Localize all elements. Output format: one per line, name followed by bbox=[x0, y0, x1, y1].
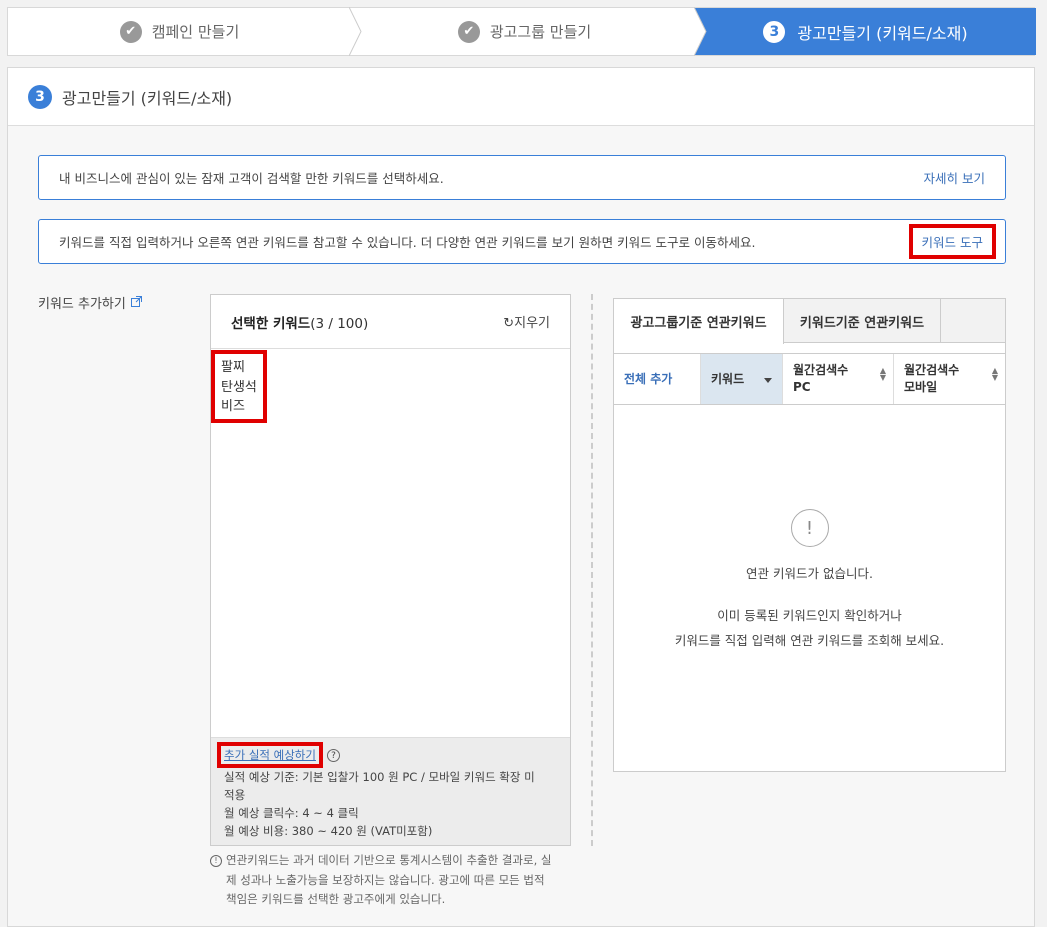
keyword-tool-link[interactable]: 키워드 도구 bbox=[908, 224, 996, 259]
page-title: 광고만들기 (키워드/소재) bbox=[62, 88, 233, 108]
divider bbox=[591, 294, 593, 846]
step-number-badge: 3 bbox=[28, 84, 52, 109]
keyword-add-label: 키워드 추가하기 bbox=[38, 293, 142, 312]
forecast-link[interactable]: 추가 실적 예상하기 bbox=[217, 742, 323, 768]
forecast-details: 실적 예상 기준: 기본 입찰가 100 원 PC / 모바일 키워드 확장 미… bbox=[217, 768, 558, 840]
check-icon: ✔ bbox=[457, 20, 480, 43]
keyword-add-text: 키워드 추가하기 bbox=[38, 297, 126, 312]
info-notice-text: 내 비즈니스에 관심이 있는 잠재 고객이 검색할 만한 키워드를 선택하세요. bbox=[59, 171, 444, 186]
external-link-icon[interactable] bbox=[130, 295, 142, 310]
column-monthly-mobile[interactable]: 월간검색수모바일 ▲ ▼ bbox=[894, 354, 1005, 404]
column-label-line: 월간검색수 bbox=[793, 363, 849, 377]
learn-more-link[interactable]: 자세히 보기 bbox=[924, 168, 985, 187]
add-all-button[interactable]: 전체 추가 bbox=[614, 354, 701, 404]
forecast-line: 실적 예상 기준: 기본 입찰가 100 원 PC / 모바일 키워드 확장 미 bbox=[224, 770, 535, 784]
selected-keywords-count: (3 / 100) bbox=[310, 315, 369, 332]
step-number-badge: 3 bbox=[763, 20, 786, 43]
keyword-tool-notice: 키워드를 직접 입력하거나 오른쪽 연관 키워드를 참고할 수 있습니다. 더 … bbox=[38, 219, 1006, 264]
keyword-input-area[interactable]: 팔찌 탄생석 비즈 bbox=[211, 350, 267, 423]
warning-icon: ! bbox=[210, 854, 222, 867]
column-keyword[interactable]: 키워드 bbox=[701, 354, 783, 404]
empty-line: 이미 등록된 키워드인지 확인하거나 bbox=[717, 608, 902, 623]
disclaimer: ! 연관키워드는 과거 데이터 기반으로 통계시스템이 추출한 결과로, 실 제 … bbox=[210, 851, 580, 910]
check-icon: ✔ bbox=[119, 20, 142, 43]
info-notice: 내 비즈니스에 관심이 있는 잠재 고객이 검색할 만한 키워드를 선택하세요.… bbox=[38, 155, 1006, 200]
disclaimer-line: 책임은 키워드를 선택한 광고주에게 있습니다. bbox=[226, 892, 446, 906]
disclaimer-line: 제 성과나 노출가능을 보장하지는 않습니다. 광고에 따른 모든 법적 bbox=[226, 872, 545, 887]
selected-keywords-title-text: 선택한 키워드 bbox=[231, 315, 311, 332]
forecast-section: 추가 실적 예상하기? 실적 예상 기준: 기본 입찰가 100 원 PC / … bbox=[211, 737, 570, 845]
tab-adgroup-related[interactable]: 광고그룹기준 연관키워드 bbox=[614, 299, 784, 344]
keyword-item: 탄생석 bbox=[221, 379, 257, 395]
empty-state: ! 연관 키워드가 없습니다. 이미 등록된 키워드인지 확인하거나 키워드를 … bbox=[614, 509, 1005, 653]
sort-icon: ▲ ▼ bbox=[879, 366, 886, 382]
selected-keywords-title: 선택한 키워드(3 / 100) bbox=[231, 312, 368, 332]
column-monthly-pc-label: 월간검색수 PC bbox=[793, 362, 848, 396]
step-ad-current[interactable]: 3 광고만들기 (키워드/소재) bbox=[695, 8, 1036, 55]
keyword-tool-notice-text: 키워드를 직접 입력하거나 오른쪽 연관 키워드를 참고할 수 있습니다. 더 … bbox=[59, 235, 756, 250]
step-campaign-label: 캠페인 만들기 bbox=[151, 23, 240, 41]
selected-keywords-header: 선택한 키워드(3 / 100) ↻지우기 bbox=[211, 295, 570, 349]
empty-line: 키워드를 직접 입력해 연관 키워드를 조회해 보세요. bbox=[674, 633, 945, 648]
exclamation-icon: ! bbox=[790, 509, 829, 547]
selected-keywords-box: 선택한 키워드(3 / 100) ↻지우기 팔찌 탄생석 비즈 추가 실적 예상… bbox=[210, 294, 571, 846]
keyword-item: 팔찌 bbox=[221, 360, 245, 375]
related-keywords-box: 광고그룹기준 연관키워드 키워드기준 연관키워드 전체 추가 키워드 월간검색수… bbox=[613, 298, 1006, 772]
forecast-line: 적용 bbox=[224, 788, 246, 802]
disclaimer-line: 연관키워드는 과거 데이터 기반으로 통계시스템이 추출한 결과로, 실 bbox=[226, 853, 552, 867]
panel-header: 3 광고만들기 (키워드/소재) bbox=[8, 68, 1034, 126]
column-label-line: 월간검색수 bbox=[904, 363, 960, 377]
column-label-line: 모바일 bbox=[904, 380, 938, 394]
column-label-line: PC bbox=[793, 380, 811, 394]
step-ad-label: 광고만들기 (키워드/소재) bbox=[797, 23, 968, 43]
step-progress-bar: ✔ 캠페인 만들기 ✔ 광고그룹 만들기 3 광고만들기 (키워드/소재) bbox=[7, 7, 1036, 56]
help-icon[interactable]: ? bbox=[326, 749, 340, 762]
tab-keyword-related[interactable]: 키워드기준 연관키워드 bbox=[784, 299, 941, 343]
caret-down-icon bbox=[764, 378, 772, 383]
forecast-line: 월 예상 클릭수: 4 ~ 4 클릭 bbox=[224, 806, 359, 820]
sort-icon: ▲ ▼ bbox=[991, 366, 998, 382]
keyword-item: 비즈 bbox=[221, 399, 245, 414]
step-adgroup-label: 광고그룹 만들기 bbox=[489, 23, 592, 41]
column-monthly-mobile-label: 월간검색수모바일 bbox=[904, 362, 959, 396]
clear-button[interactable]: ↻지우기 bbox=[503, 312, 550, 331]
column-keyword-label: 키워드 bbox=[711, 371, 745, 386]
step-campaign[interactable]: ✔ 캠페인 만들기 bbox=[8, 8, 351, 55]
forecast-line: 월 예상 비용: 380 ~ 420 원 (VAT미포함) bbox=[224, 824, 433, 838]
empty-title: 연관 키워드가 없습니다. bbox=[746, 566, 873, 581]
step-adgroup[interactable]: ✔ 광고그룹 만들기 bbox=[358, 8, 691, 55]
related-keywords-tabs: 광고그룹기준 연관키워드 키워드기준 연관키워드 bbox=[614, 299, 1005, 344]
clear-label: 지우기 bbox=[514, 316, 550, 331]
reset-icon: ↻ bbox=[503, 316, 515, 331]
column-monthly-pc[interactable]: 월간검색수 PC ▲ ▼ bbox=[783, 354, 894, 404]
ad-create-panel: 3 광고만들기 (키워드/소재) 내 비즈니스에 관심이 있는 잠재 고객이 검… bbox=[7, 67, 1035, 927]
related-table-header: 전체 추가 키워드 월간검색수 PC ▲ ▼ 월간검색수모바일 ▲ ▼ bbox=[614, 353, 1005, 405]
